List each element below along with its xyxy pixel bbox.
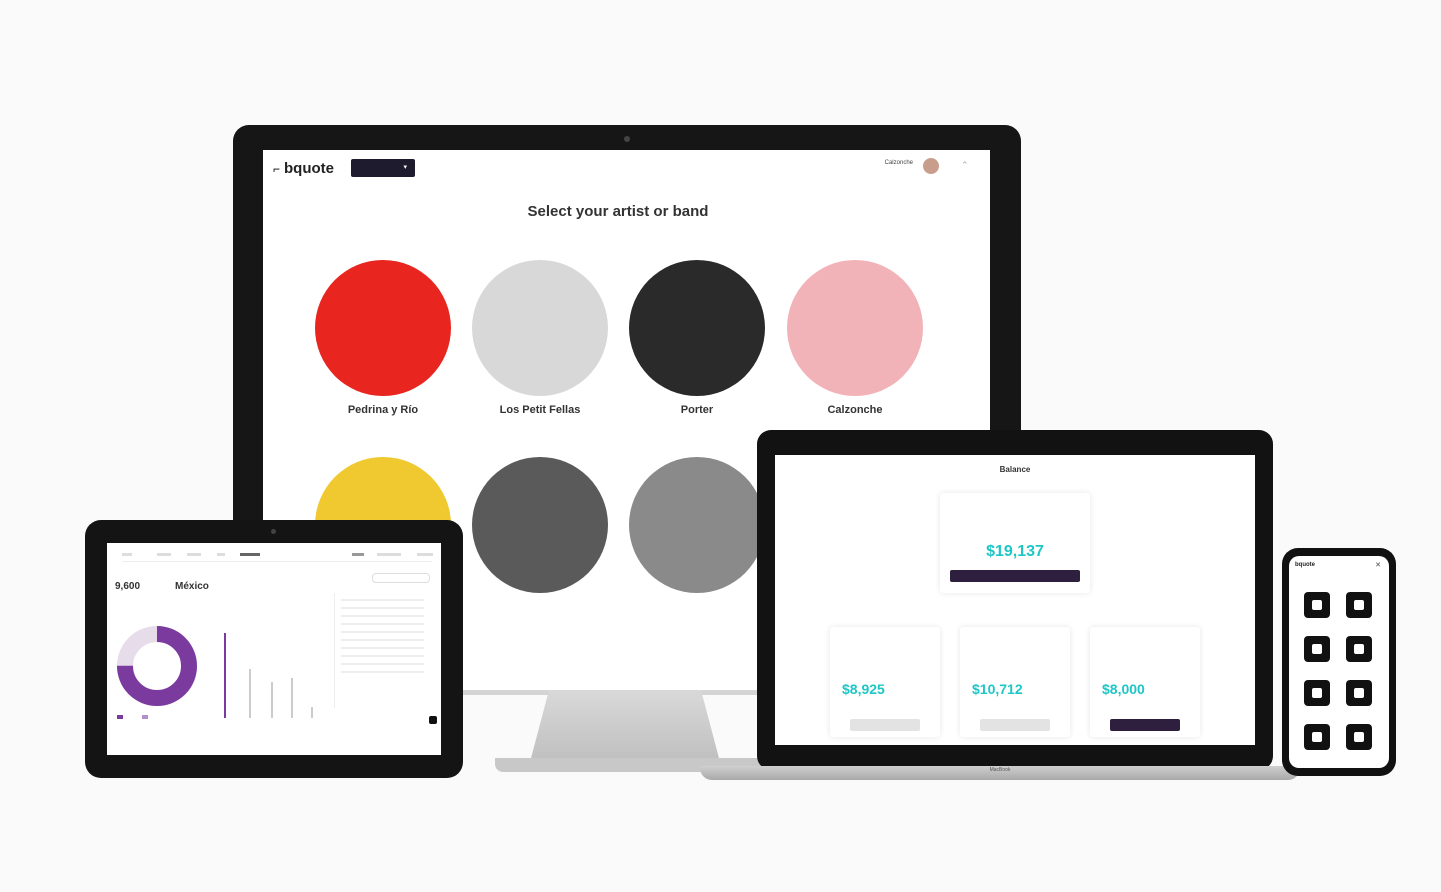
avatar[interactable] <box>923 158 939 174</box>
tablet-nav <box>122 553 433 562</box>
nav-item-3[interactable] <box>187 553 201 556</box>
artist-name: Los Petit Fellas <box>499 404 581 416</box>
artist-card[interactable] <box>470 457 610 601</box>
bar-mark <box>224 632 226 718</box>
payout-card: $8,000 <box>1090 627 1200 737</box>
artist-name: Calzonche <box>827 404 883 416</box>
payout-button[interactable] <box>980 719 1050 731</box>
bar-mark <box>271 682 273 718</box>
artist-card[interactable]: Pedrina y Río <box>313 260 453 418</box>
logo-text: bquote <box>284 160 335 177</box>
page-title: Select your artist or band <box>527 203 709 220</box>
app-logo[interactable]: ⌐ bquote <box>273 160 334 177</box>
nav-item-8[interactable] <box>417 553 433 556</box>
nav-item-2[interactable] <box>157 553 171 556</box>
payout-card: $8,925 <box>830 627 940 737</box>
monitor-camera <box>624 136 630 142</box>
payout-amount-value: $8,925 <box>842 681 885 697</box>
nav-item-1[interactable] <box>122 553 132 556</box>
stat-country: México <box>175 581 209 592</box>
app-tile-icon[interactable] <box>1346 592 1372 618</box>
app-tile-icon[interactable] <box>1304 636 1330 662</box>
main-amount-value: $19,137 <box>986 543 1044 560</box>
app-tile-icon[interactable] <box>1346 680 1372 706</box>
nav-item-4[interactable] <box>217 553 225 556</box>
user-name: Calzonche <box>884 160 913 166</box>
payout-amount: $10,712 <box>972 681 1023 697</box>
payout-amount-value: $10,712 <box>972 681 1023 697</box>
chevron-up-icon[interactable]: ⌃ <box>961 160 969 171</box>
app-tile-icon[interactable] <box>1346 724 1372 750</box>
payout-card: $10,712 <box>960 627 1070 737</box>
app-tile-icon[interactable] <box>1304 592 1330 618</box>
artist-card[interactable]: Calzonche <box>785 260 925 418</box>
artist-name: Porter <box>680 404 714 416</box>
app-tile-icon[interactable] <box>1346 636 1372 662</box>
bar-mark <box>311 707 313 718</box>
artist-photo[interactable] <box>472 260 608 396</box>
laptop-brand: MacBook <box>989 767 1011 773</box>
chevron-down-icon: ▾ <box>403 164 407 171</box>
balance-title: Balance <box>999 465 1031 474</box>
stat-followers: 9,600 <box>115 581 141 592</box>
tablet-camera <box>271 529 276 534</box>
monitor-stand <box>530 690 720 762</box>
laptop-screen: Balance $19,137 $8,925 $10,712 $8,000 <box>775 455 1255 745</box>
artist-photo[interactable] <box>629 260 765 396</box>
laptop-base: MacBook <box>700 766 1300 780</box>
close-icon[interactable]: ✕ <box>1375 561 1381 569</box>
payout-amount-value: $8,000 <box>1102 681 1145 697</box>
payout-amount: $8,000 <box>1102 681 1145 697</box>
bar-mark <box>249 668 251 718</box>
payout-button[interactable] <box>1110 719 1180 731</box>
donut-chart <box>117 626 197 706</box>
nav-item-6[interactable] <box>352 553 364 556</box>
ranking-list <box>334 593 430 708</box>
phone-logo[interactable]: bquote <box>1295 562 1315 568</box>
artist-photo[interactable] <box>315 260 451 396</box>
nav-item-active[interactable] <box>240 553 260 556</box>
search-input[interactable] <box>372 573 430 583</box>
logo-mark-icon: ⌐ <box>273 161 281 176</box>
bar-mark <box>291 677 293 718</box>
withdraw-button[interactable] <box>950 570 1080 582</box>
artist-selector-dropdown[interactable]: ▾ <box>351 159 415 177</box>
artist-photo[interactable] <box>472 457 608 593</box>
phone-screen: bquote ✕ <box>1289 556 1389 768</box>
main-card-amount: $19,137 <box>940 543 1090 561</box>
app-tile-icon[interactable] <box>1304 680 1330 706</box>
user-menu[interactable]: Calzonche <box>873 160 913 166</box>
artist-card[interactable]: Porter <box>627 260 767 418</box>
legend-swatch-2 <box>142 715 148 719</box>
artist-photo[interactable] <box>629 457 765 593</box>
artist-card[interactable] <box>627 457 767 601</box>
app-tile-icon[interactable] <box>1304 724 1330 750</box>
artist-photo[interactable] <box>787 260 923 396</box>
artist-card[interactable]: Los Petit Fellas <box>470 260 610 418</box>
bar-chart <box>219 628 319 718</box>
nav-item-7[interactable] <box>377 553 401 556</box>
payout-amount: $8,925 <box>842 681 885 697</box>
payout-button[interactable] <box>850 719 920 731</box>
artist-name: Pedrina y Río <box>347 404 419 416</box>
main-balance-card: $19,137 <box>940 493 1090 593</box>
tablet-screen: 9,600 México <box>107 543 441 755</box>
chat-icon[interactable] <box>429 716 437 724</box>
legend-swatch-1 <box>117 715 123 719</box>
